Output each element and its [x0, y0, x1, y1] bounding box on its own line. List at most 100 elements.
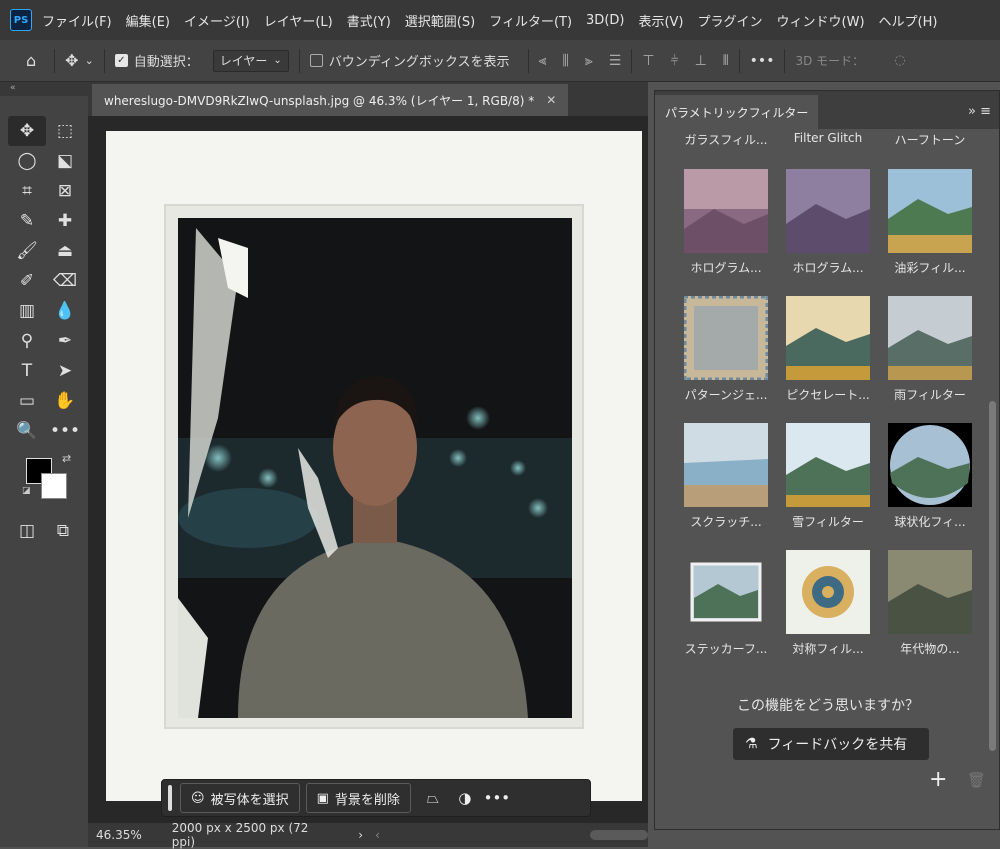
pixelate-thumbnail	[786, 296, 870, 380]
marquee-tool-icon[interactable]: ⬚	[46, 116, 84, 146]
filter-label[interactable]: Filter Glitch	[777, 131, 879, 148]
hologram-thumbnail	[786, 169, 870, 253]
frame-tool-icon[interactable]: ⊠	[46, 176, 84, 206]
eyedropper-tool-icon[interactable]: ✎	[8, 206, 46, 236]
menu-layer[interactable]: レイヤー(L)	[264, 11, 333, 30]
adjustment-icon[interactable]: ◑	[449, 789, 481, 807]
menu-type[interactable]: 書式(Y)	[347, 11, 391, 30]
auto-select-target-dropdown[interactable]: レイヤー ⌄	[212, 49, 289, 72]
filter-item[interactable]: 雨フィルター	[879, 296, 981, 423]
filter-label[interactable]: ハーフトーン	[879, 131, 981, 148]
filter-item[interactable]: スクラッチ...	[675, 423, 777, 550]
person-icon: ☺	[191, 790, 205, 806]
pen-tool-icon[interactable]: ✒	[46, 326, 84, 356]
chevron-right-icon[interactable]: ›	[358, 828, 363, 842]
object-selection-tool-icon[interactable]: ⬕	[46, 146, 84, 176]
filter-item[interactable]: パターンジェ...	[675, 296, 777, 423]
filter-item[interactable]: 対称フィル...	[777, 550, 879, 677]
menu-window[interactable]: ウィンドウ(W)	[777, 11, 865, 30]
eraser-tool-icon[interactable]: ⌫	[46, 266, 84, 296]
menu-select[interactable]: 選択範囲(S)	[405, 11, 475, 30]
menu-bar: PS ファイル(F) 編集(E) イメージ(I) レイヤー(L) 書式(Y) 選…	[0, 0, 1000, 40]
zoom-tool-icon[interactable]: 🔍	[8, 416, 46, 446]
more-options-icon[interactable]: •••	[750, 53, 775, 69]
quick-mask-icon[interactable]: ◫	[16, 516, 38, 546]
partial-filter-row: ガラスフィル... Filter Glitch ハーフトーン	[675, 131, 981, 148]
lasso-tool-icon[interactable]: ◯	[8, 146, 46, 176]
horizontal-scrollbar[interactable]	[589, 830, 648, 840]
filter-item[interactable]: ホログラム...	[675, 169, 777, 296]
spherize-thumbnail	[888, 423, 972, 507]
blur-tool-icon[interactable]: 💧	[46, 296, 84, 326]
filter-item[interactable]: 球状化フィ...	[879, 423, 981, 550]
home-icon[interactable]: ⌂	[26, 51, 36, 70]
align-bottom-icon[interactable]: ⊥	[695, 53, 707, 69]
pattern-generator-thumbnail	[684, 296, 768, 380]
swap-colors-icon[interactable]: ⇄	[62, 452, 71, 465]
gradient-tool-icon[interactable]: ▥	[8, 296, 46, 326]
chevron-left-icon[interactable]: ‹	[375, 828, 380, 842]
menu-image[interactable]: イメージ(I)	[184, 11, 250, 30]
menu-plugins[interactable]: プラグイン	[698, 11, 763, 30]
path-selection-tool-icon[interactable]: ➤	[46, 356, 84, 386]
drag-handle[interactable]	[168, 785, 172, 811]
rectangle-tool-icon[interactable]: ▭	[8, 386, 46, 416]
menu-file[interactable]: ファイル(F)	[42, 11, 112, 30]
filter-item[interactable]: 油彩フィル...	[879, 169, 981, 296]
menu-help[interactable]: ヘルプ(H)	[879, 11, 938, 30]
type-tool-icon[interactable]: T	[8, 356, 46, 386]
filter-item[interactable]: ホログラム...	[777, 169, 879, 296]
stamp-tool-icon[interactable]: ⏏	[46, 236, 84, 266]
filter-label: ホログラム...	[792, 261, 864, 275]
document-tab[interactable]: whereslugo-DMVD9RkZIwQ-unsplash.jpg @ 46…	[92, 84, 569, 116]
history-brush-tool-icon[interactable]: ✐	[8, 266, 46, 296]
trash-icon[interactable]: 🗑	[967, 771, 986, 789]
distribute-v-icon[interactable]: ⫴	[723, 53, 729, 69]
transform-icon[interactable]: ⏢	[417, 789, 449, 807]
menu-filter[interactable]: フィルター(T)	[489, 11, 572, 30]
align-center-h-icon[interactable]: ⫼	[562, 53, 568, 69]
filter-item[interactable]: ステッカーフ...	[675, 550, 777, 677]
more-tools-icon[interactable]: •••	[46, 416, 84, 446]
menu-view[interactable]: 表示(V)	[638, 11, 683, 30]
panel-menu-icon[interactable]: » ≡	[968, 104, 999, 129]
screen-mode-icon[interactable]: ⧉	[52, 516, 74, 546]
distribute-h-icon[interactable]: ☰	[609, 53, 622, 69]
background-color-swatch[interactable]	[41, 473, 67, 499]
panel-tab[interactable]: パラメトリックフィルター	[655, 95, 819, 129]
canvas[interactable]	[106, 131, 642, 801]
menu-edit[interactable]: 編集(E)	[126, 11, 170, 30]
align-left-icon[interactable]: ⫷	[539, 53, 547, 69]
filter-label: ステッカーフ...	[684, 642, 768, 656]
align-middle-v-icon[interactable]: ⫩	[671, 53, 679, 69]
feedback-question: この機能をどう思いますか？	[737, 698, 919, 714]
chevron-down-icon[interactable]: ⌄	[85, 54, 94, 67]
crop-tool-icon[interactable]: ⌗	[8, 176, 46, 206]
select-subject-button[interactable]: ☺ 被写体を選択	[180, 783, 300, 813]
auto-select-checkbox[interactable]: ✓	[114, 54, 128, 67]
brush-tool-icon[interactable]: 🖌	[8, 236, 46, 266]
align-right-icon[interactable]: ⫸	[585, 53, 593, 69]
collapse-toolbar-icon[interactable]: «	[0, 82, 88, 96]
filter-item[interactable]: 雪フィルター	[777, 423, 879, 550]
filter-label: 球状化フィ...	[894, 515, 966, 529]
menu-3d[interactable]: 3D(D)	[586, 13, 624, 28]
filter-item[interactable]: 年代物の...	[879, 550, 981, 677]
share-feedback-button[interactable]: ⚗ フィードバックを共有	[733, 728, 929, 760]
add-icon[interactable]: +	[929, 767, 947, 792]
bounding-box-checkbox[interactable]	[309, 54, 323, 67]
close-icon[interactable]: ✕	[546, 93, 556, 107]
dodge-tool-icon[interactable]: ⚲	[8, 326, 46, 356]
filter-label[interactable]: ガラスフィル...	[675, 131, 777, 148]
align-top-icon[interactable]: ⊤	[642, 53, 654, 69]
document-area: whereslugo-DMVD9RkZIwQ-unsplash.jpg @ 46…	[88, 82, 648, 849]
hand-tool-icon[interactable]: ✋	[46, 386, 84, 416]
default-colors-icon[interactable]: ◪	[22, 486, 31, 496]
remove-background-button[interactable]: ▣ 背景を削除	[305, 783, 411, 813]
more-options-icon[interactable]: •••	[481, 789, 513, 807]
move-tool-icon[interactable]: ✥	[65, 51, 78, 70]
healing-brush-tool-icon[interactable]: ✚	[46, 206, 84, 236]
move-tool-icon[interactable]: ✥	[8, 116, 46, 146]
zoom-level[interactable]: 46.35%	[96, 828, 142, 842]
filter-item[interactable]: ピクセレート...	[777, 296, 879, 423]
